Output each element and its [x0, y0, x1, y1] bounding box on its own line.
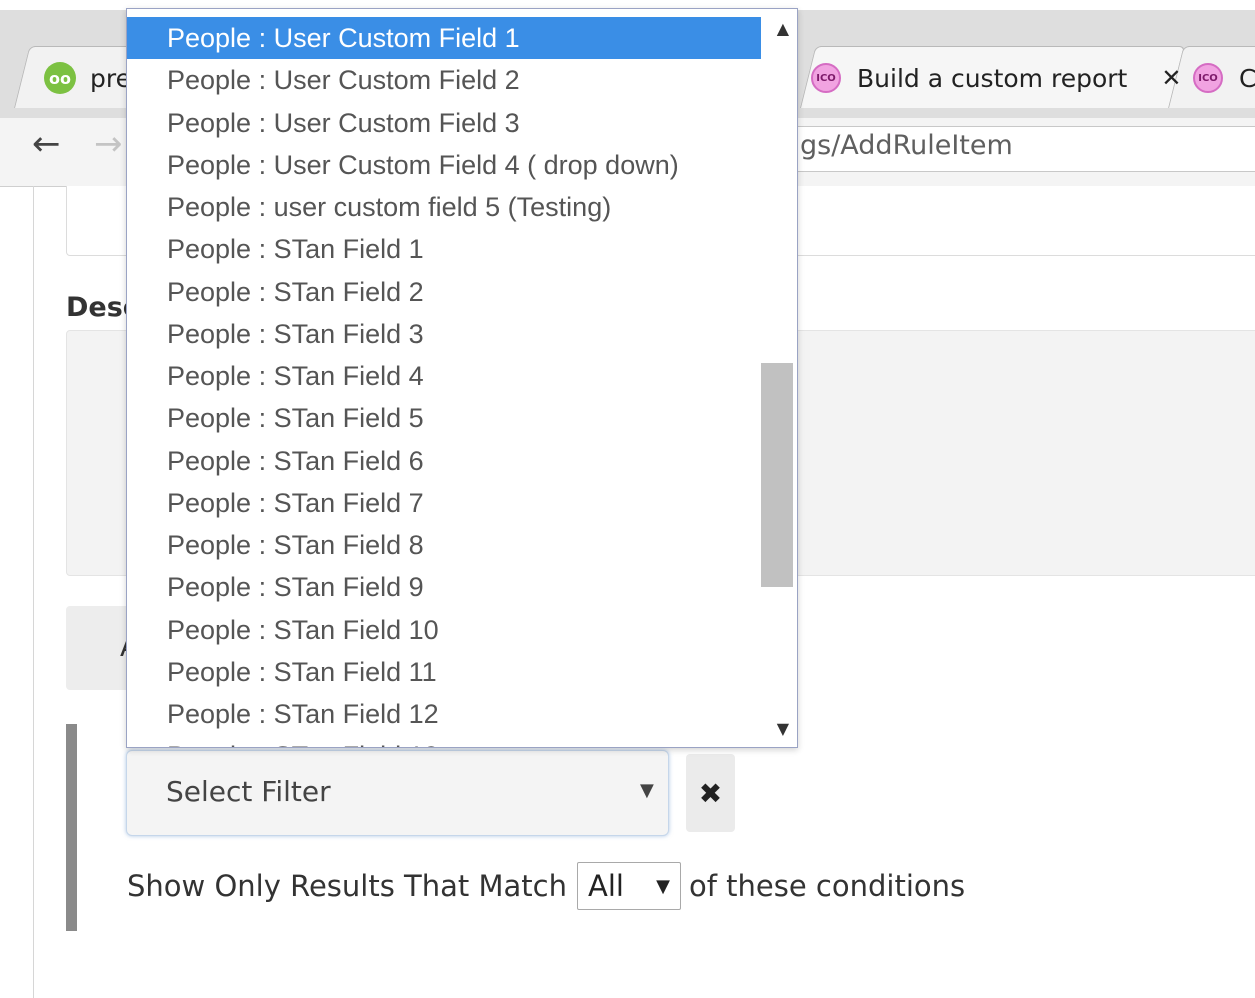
options-list: People : User Custom Field 1 People : Use…	[127, 17, 761, 747]
scrollbar-thumb[interactable]	[761, 363, 793, 587]
forward-arrow-icon[interactable]: →	[94, 124, 123, 164]
dropdown-option[interactable]: People : STan Field 8	[127, 524, 761, 566]
dropdown-option[interactable]: People : STan Field 13	[127, 735, 761, 747]
ico-favicon-icon: ICO	[1193, 63, 1223, 93]
match-suffix: of these conditions	[688, 869, 966, 903]
dropdown-option[interactable]: People : STan Field 10	[127, 609, 761, 651]
match-select[interactable]: All ▼	[576, 862, 681, 910]
ico-favicon-icon: ICO	[811, 63, 841, 93]
dropdown-option[interactable]: People : STan Field 9	[127, 566, 761, 608]
dropdown-option[interactable]: People : User Custom Field 3	[127, 102, 761, 144]
chevron-down-icon: ▼	[640, 780, 654, 801]
page-border	[33, 186, 34, 998]
dropdown-option[interactable]: People : STan Field 11	[127, 651, 761, 693]
match-prefix: Show Only Results That Match	[127, 869, 567, 903]
scrollbar[interactable]: ▲ ▼	[761, 9, 797, 747]
filter-group-bar	[66, 724, 77, 931]
scroll-up-icon[interactable]: ▲	[777, 19, 789, 38]
dropdown-option[interactable]: People : STan Field 4	[127, 355, 761, 397]
dropdown-option[interactable]: People : STan Field 7	[127, 482, 761, 524]
dropdown-option[interactable]: People : User Custom Field 1	[127, 17, 761, 60]
tab-close-icon[interactable]: ✕	[1161, 64, 1181, 92]
remove-filter-button[interactable]: ✖	[686, 754, 735, 832]
chevron-down-icon: ▼	[656, 875, 670, 897]
dropdown-option[interactable]: People : STan Field 12	[127, 693, 761, 735]
tab-pre-title: pre	[90, 63, 131, 93]
tab-pre-content: oo pre	[44, 60, 131, 96]
tab-c-content: ICO C	[1193, 60, 1255, 96]
close-icon: ✖	[698, 776, 723, 810]
tab-build-content: ICO Build a custom report ✕	[811, 60, 1181, 96]
green-face-favicon-icon: oo	[44, 62, 76, 94]
filter-options-list[interactable]: People : User Custom Field 1 People : Use…	[126, 8, 798, 748]
dropdown-option[interactable]: People : User Custom Field 4 ( drop down…	[127, 144, 761, 186]
dropdown-option[interactable]: People : STan Field 6	[127, 440, 761, 482]
url-text: gs/AddRuleItem	[800, 130, 1013, 161]
back-arrow-icon[interactable]: ←	[32, 124, 61, 164]
dropdown-option[interactable]: People : STan Field 1	[127, 228, 761, 270]
dropdown-option[interactable]: People : STan Field 5	[127, 397, 761, 439]
select-filter-label: Select Filter	[166, 775, 331, 808]
tab-build-title: Build a custom report	[857, 63, 1128, 93]
match-select-value: All	[587, 869, 624, 903]
dropdown-option[interactable]: People : STan Field 3	[127, 313, 761, 355]
scroll-down-icon[interactable]: ▼	[777, 719, 789, 738]
dropdown-option[interactable]: People : User Custom Field 2	[127, 59, 761, 101]
match-row: Show Only Results That Match All ▼ of th…	[127, 862, 966, 910]
dropdown-option[interactable]: People : STan Field 2	[127, 271, 761, 313]
dropdown-option[interactable]: People : user custom field 5 (Testing)	[127, 186, 761, 228]
tab-c-title: C	[1239, 63, 1255, 93]
